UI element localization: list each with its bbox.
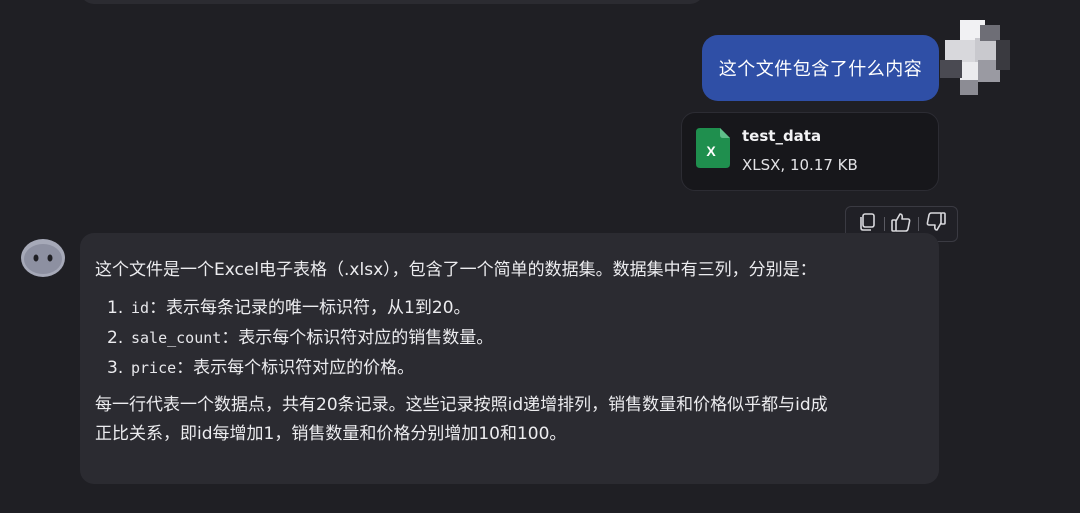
column-list: 1. id ：表示每条记录的唯一标识符，从1到20。 2. sale_count…	[95, 293, 923, 383]
file-meta: XLSX, 10.17 KB	[742, 156, 858, 174]
inline-code: price	[131, 359, 177, 377]
user-message-text: 这个文件包含了什么内容	[718, 59, 923, 80]
list-item: 3. price ：表示每个标识符对应的价格。	[107, 353, 923, 383]
previous-message-bubble	[80, 0, 704, 4]
divider	[918, 217, 920, 231]
file-attachment-card[interactable]: X test_data XLSX, 10.17 KB	[681, 112, 939, 191]
list-item-text: ：表示每个标识符对应的价格。	[176, 358, 415, 378]
list-item: 2. sale_count ：表示每个标识符对应的销售数量。	[107, 323, 923, 353]
list-number: 2.	[107, 328, 124, 348]
list-item: 1. id ：表示每条记录的唯一标识符，从1到20。	[107, 293, 923, 323]
inline-code: sale_count	[131, 329, 222, 347]
svg-text:X: X	[706, 143, 716, 159]
assistant-intro-text: 这个文件是一个Excel电子表格（.xlsx），包含了一个简单的数据集。数据集中…	[95, 260, 817, 280]
assistant-message-bubble: 这个文件是一个Excel电子表格（.xlsx），包含了一个简单的数据集。数据集中…	[80, 233, 939, 484]
file-name: test_data	[742, 127, 822, 145]
assistant-summary-line-2: 正比关系，即id每增加1，销售数量和价格分别增加10和100。	[95, 424, 567, 444]
inline-code: id	[131, 299, 150, 317]
list-item-text: ：表示每条记录的唯一标识符，从1到20。	[149, 298, 471, 318]
assistant-summary-line-1: 每一行代表一个数据点，共有20条记录。这些记录按照id递增排列，销售数量和价格似…	[95, 395, 828, 415]
assistant-avatar	[20, 237, 66, 279]
user-avatar[interactable]	[940, 20, 1015, 95]
chat-view: 这个文件包含了什么内容 X test_data XLSX, 10.17 KB 这…	[0, 0, 1080, 513]
excel-file-icon: X	[696, 128, 730, 168]
user-message-bubble: 这个文件包含了什么内容	[702, 35, 939, 101]
list-item-text: ：表示每个标识符对应的销售数量。	[221, 328, 494, 348]
list-number: 1.	[107, 298, 124, 318]
list-number: 3.	[107, 358, 124, 378]
divider	[883, 217, 885, 231]
